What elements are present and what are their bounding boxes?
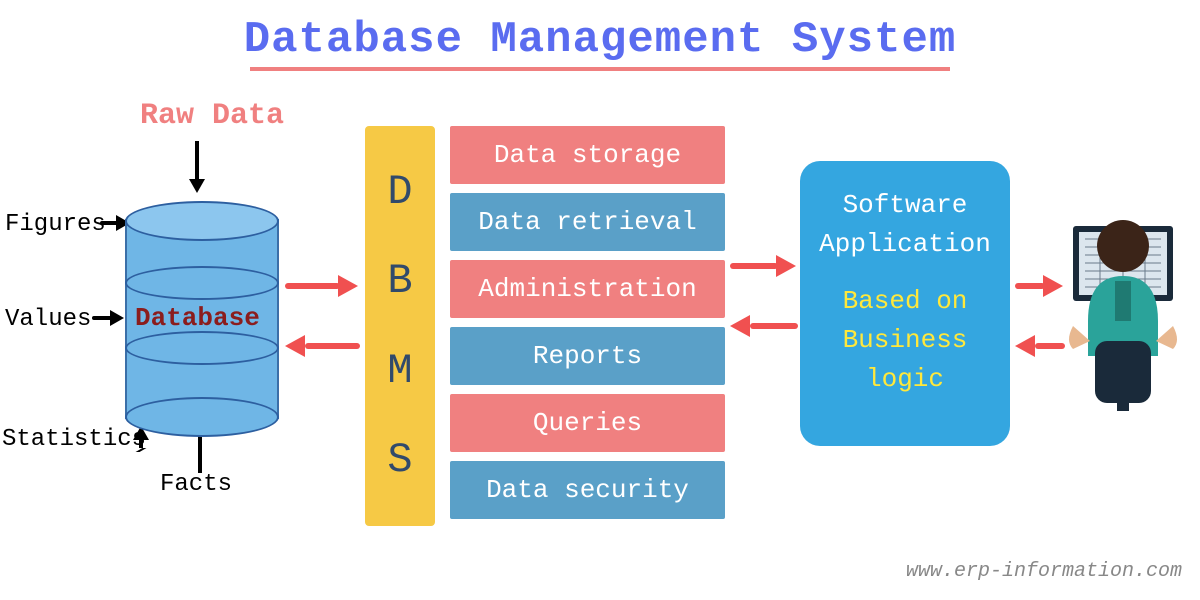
dbms-letter: M <box>387 347 412 395</box>
fn-administration: Administration <box>450 260 725 318</box>
values-label: Values <box>5 306 91 333</box>
fn-queries: Queries <box>450 394 725 452</box>
software-application-box: Software Application Based on Business l… <box>800 161 1010 446</box>
footer-credit: www.erp-information.com <box>906 560 1182 583</box>
fn-reports: Reports <box>450 327 725 385</box>
app-line: Based on <box>843 282 968 321</box>
dbms-letter: S <box>387 436 412 484</box>
app-line: Business <box>843 321 968 360</box>
fn-data-retrieval: Data retrieval <box>450 193 725 251</box>
raw-data-label: Raw Data <box>140 99 284 133</box>
app-line: Software <box>843 186 968 225</box>
dbms-letter: D <box>387 168 412 216</box>
app-line: logic <box>866 360 944 399</box>
page-title: Database Management System <box>0 0 1200 65</box>
dbms-column: D B M S <box>365 126 435 526</box>
diagram-stage: Raw Data Figures Values Statistics Facts… <box>0 71 1200 591</box>
app-line: Application <box>819 225 991 264</box>
functions-column: Data storage Data retrieval Administrati… <box>450 126 725 528</box>
user-at-computer-icon <box>1055 191 1190 411</box>
database-label: Database <box>135 303 260 333</box>
fn-data-storage: Data storage <box>450 126 725 184</box>
facts-label: Facts <box>160 471 232 498</box>
figures-label: Figures <box>5 211 106 238</box>
dbms-letter: B <box>387 257 412 305</box>
fn-data-security: Data security <box>450 461 725 519</box>
